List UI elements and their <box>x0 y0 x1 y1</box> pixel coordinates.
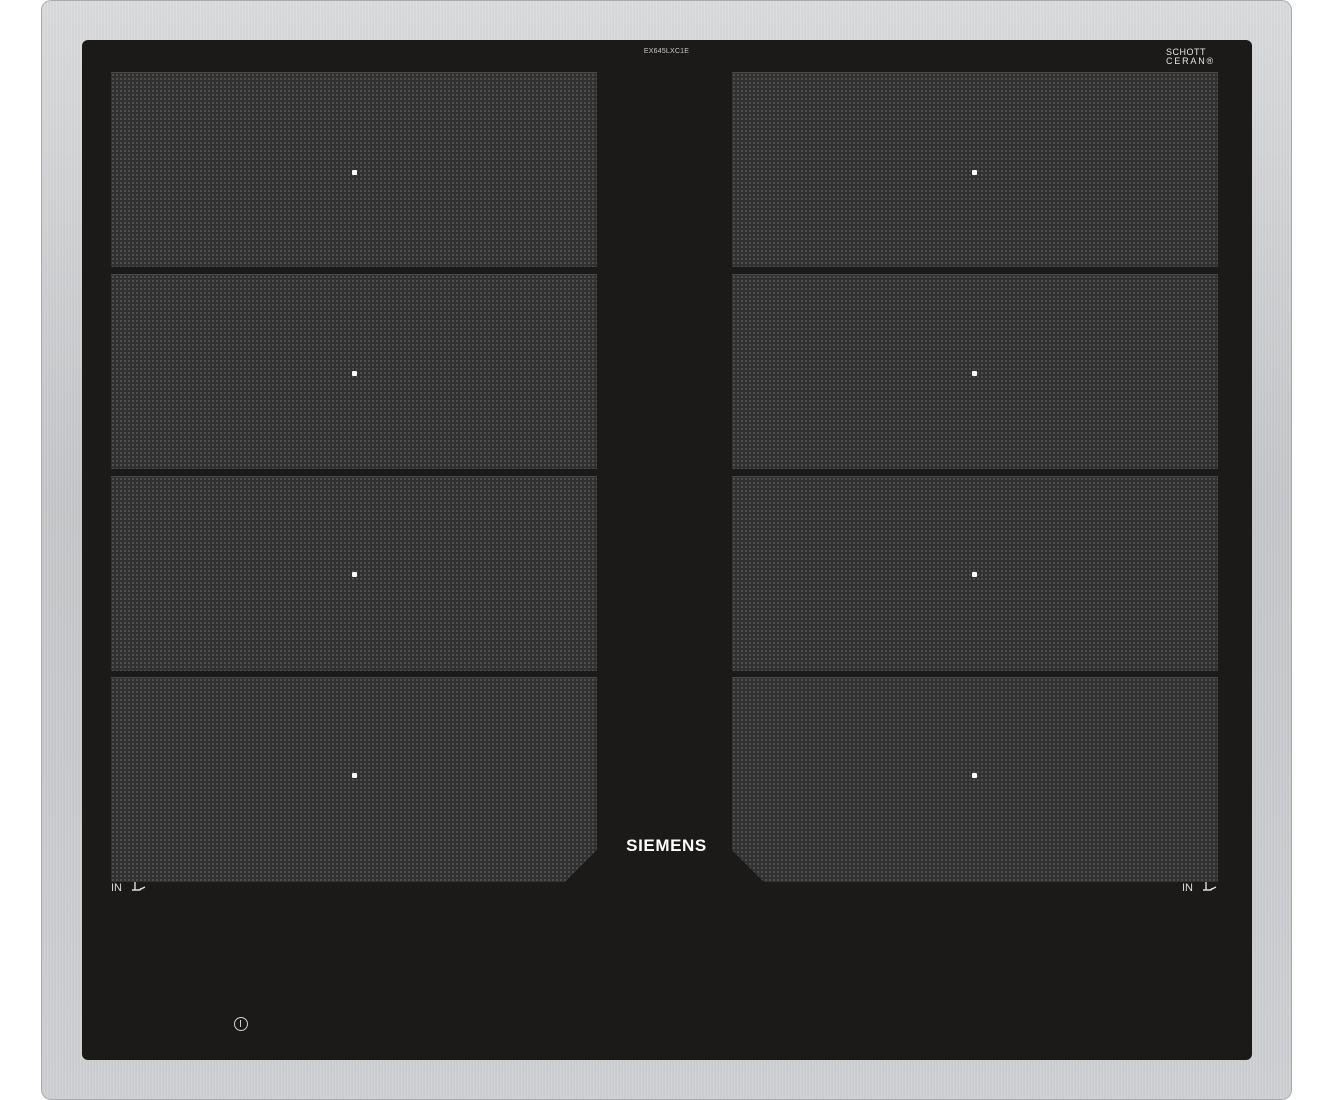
zone-marker-right-4 <box>972 773 977 778</box>
siemens-logo: SIEMENS <box>626 836 707 855</box>
power-icon[interactable] <box>234 1017 248 1031</box>
zone-marker-left-4 <box>352 773 357 778</box>
schott-ceran-logo: SCHOTT CERAN® ······· <box>1166 48 1226 71</box>
left-in-indicator[interactable]: IN <box>111 882 146 894</box>
ceran-text: CERAN® <box>1166 56 1215 66</box>
right-in-indicator[interactable]: IN <box>1182 882 1217 894</box>
zone-marker-left-1 <box>352 170 357 175</box>
zone-marker-right-3 <box>972 572 977 577</box>
right-in-label: IN <box>1182 882 1193 894</box>
pan-symbol-icon <box>1203 882 1217 891</box>
model-label: EX645LXC1E <box>643 48 690 55</box>
zone-marker-left-2 <box>352 371 357 376</box>
left-in-label: IN <box>111 882 122 894</box>
zone-marker-right-2 <box>972 371 977 376</box>
zone-marker-left-3 <box>352 572 357 577</box>
pan-symbol-icon <box>132 882 146 891</box>
zone-marker-right-1 <box>972 170 977 175</box>
serial-text: ······· <box>1166 67 1177 71</box>
